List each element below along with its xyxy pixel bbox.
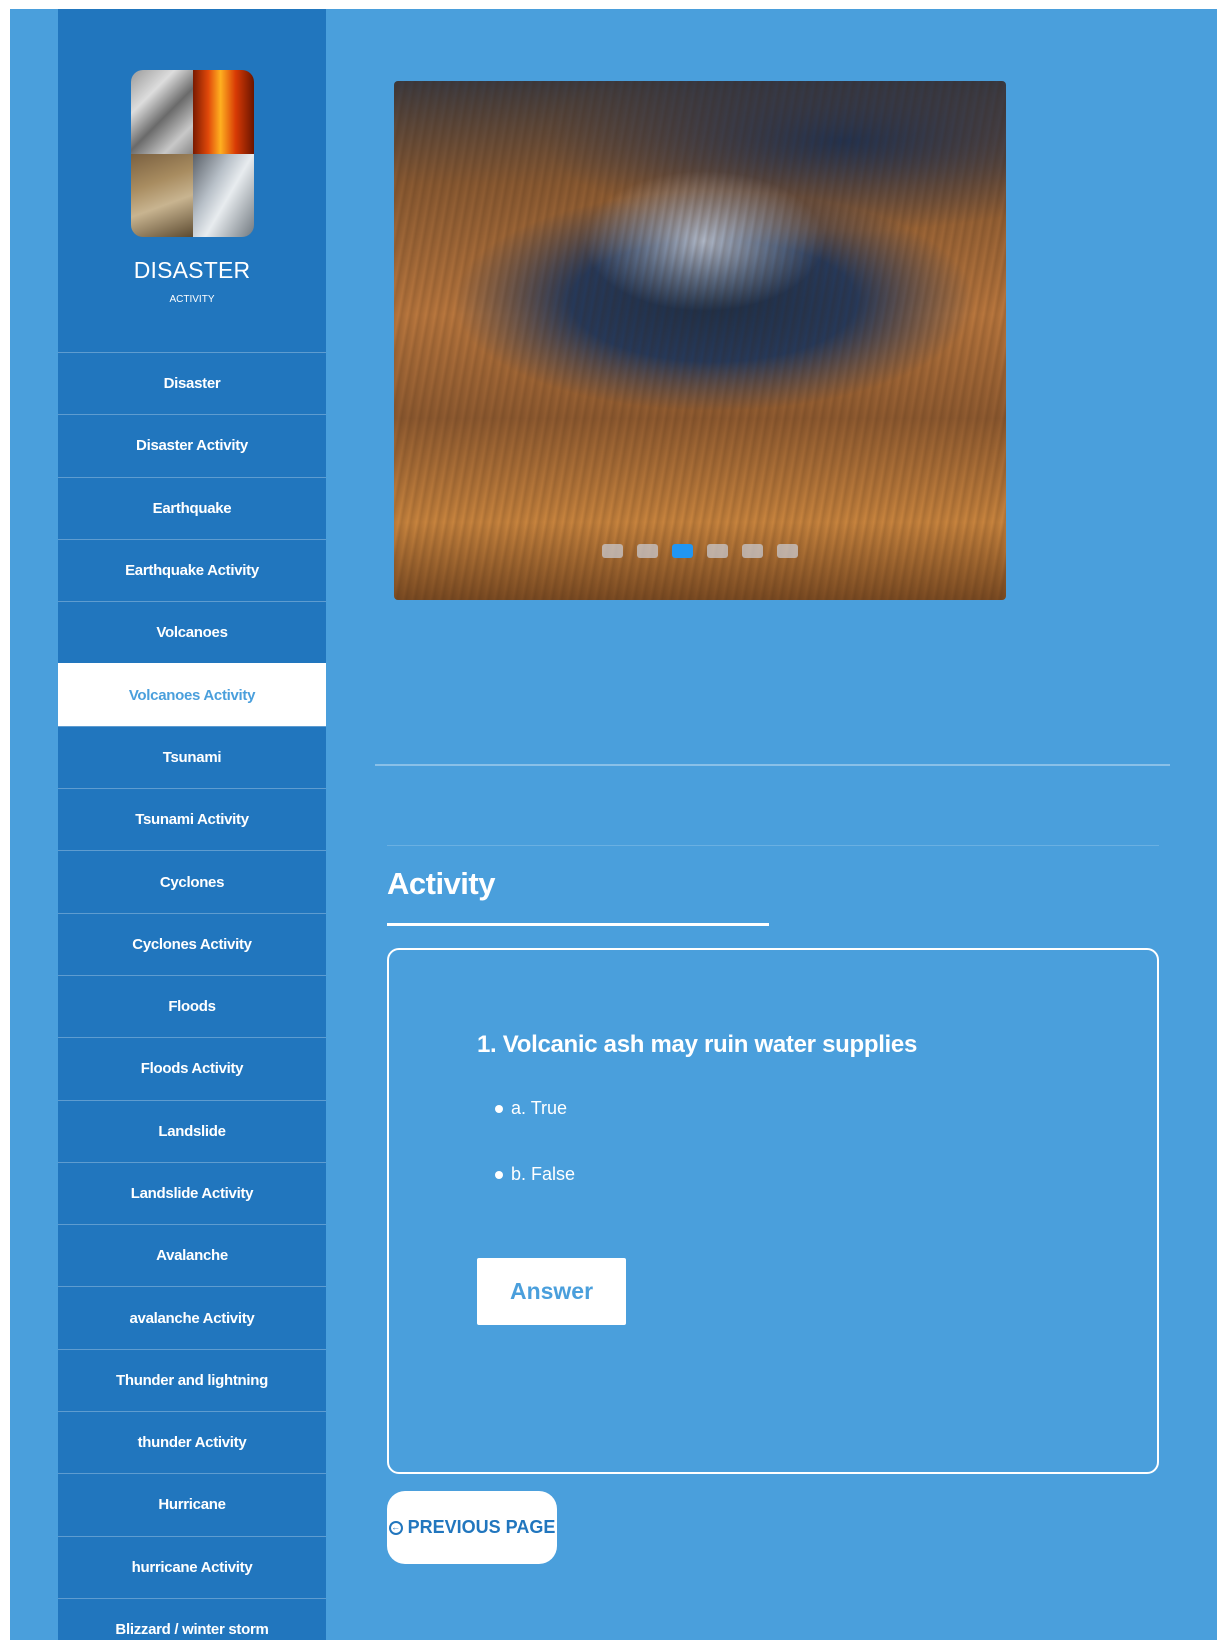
sidebar-item-disaster-activity[interactable]: Disaster Activity	[58, 414, 326, 476]
option-true[interactable]: a. True	[495, 1098, 567, 1119]
quiz-card: 1. Volcanic ash may ruin water supplies …	[387, 948, 1159, 1474]
logo-tile-fire	[192, 70, 254, 154]
logo-tile-earthquake	[131, 70, 193, 154]
sidebar-item-disaster[interactable]: Disaster	[58, 352, 326, 414]
sidebar: DISASTER ACTIVITY Disaster Disaster Activ…	[58, 9, 326, 1640]
circle-arrow-left-icon: ←	[388, 1520, 403, 1535]
sidebar-item-avalanche[interactable]: Avalanche	[58, 1224, 326, 1286]
disaster-logo-collage	[131, 70, 254, 237]
sidebar-item-volcanoes[interactable]: Volcanoes	[58, 601, 326, 663]
section-divider-thin	[387, 845, 1159, 846]
sidebar-item-cyclones-activity[interactable]: Cyclones Activity	[58, 912, 326, 975]
sidebar-item-earthquake[interactable]: Earthquake	[58, 476, 326, 539]
sidebar-item-tsunami-activity[interactable]: Tsunami Activity	[58, 788, 326, 850]
sidebar-item-landslide[interactable]: Landslide	[58, 1099, 326, 1162]
option-false[interactable]: b. False	[495, 1164, 575, 1185]
activity-heading: Activity	[387, 866, 495, 901]
sidebar-item-hurricane[interactable]: Hurricane	[58, 1473, 326, 1535]
sidebar-item-volcanoes-activity[interactable]: Volcanoes Activity	[58, 663, 326, 726]
brand: DISASTER ACTIVITY	[58, 9, 326, 353]
top-cut-off-strip	[0, 0, 1217, 9]
radio-bullet-icon[interactable]	[495, 1170, 503, 1179]
option-label: b. False	[511, 1164, 576, 1184]
option-label: a. True	[511, 1098, 568, 1118]
question-text: 1. Volcanic ash may ruin water supplies	[477, 1031, 918, 1058]
volcano-crater-photo	[394, 81, 1006, 600]
image-slider[interactable]	[394, 81, 1006, 600]
previous-page-label: PREVIOUS PAGE	[407, 1517, 556, 1537]
logo-tile-flood	[131, 153, 193, 237]
radio-bullet-icon[interactable]	[495, 1104, 503, 1113]
sidebar-item-blizzard-winter-storm[interactable]: Blizzard / winter storm	[58, 1597, 326, 1640]
slider-dot[interactable]	[602, 544, 623, 558]
brand-subtitle: ACTIVITY	[169, 294, 215, 305]
previous-page-button[interactable]: ← PREVIOUS PAGE	[387, 1491, 557, 1564]
sidebar-item-tsunami[interactable]: Tsunami	[58, 725, 326, 788]
sidebar-item-landslide-activity[interactable]: Landslide Activity	[58, 1161, 326, 1224]
sidebar-item-hurricane-activity[interactable]: hurricane Activity	[58, 1535, 326, 1598]
slider-dot[interactable]	[742, 544, 763, 558]
sidebar-item-thunder-activity[interactable]: thunder Activity	[58, 1411, 326, 1473]
slider-dot[interactable]	[707, 544, 728, 558]
slider-pagination	[602, 544, 798, 558]
logo-tile-storm	[192, 153, 254, 237]
brand-title: DISASTER	[133, 257, 251, 283]
slider-dot[interactable]	[637, 544, 658, 558]
answer-button[interactable]: Answer	[477, 1258, 626, 1325]
sidebar-item-avalanche-activity[interactable]: avalanche Activity	[58, 1286, 326, 1348]
slider-dot[interactable]	[672, 544, 693, 558]
left-page-edge	[0, 9, 10, 1640]
sidebar-item-floods[interactable]: Floods	[58, 974, 326, 1037]
sidebar-item-floods-activity[interactable]: Floods Activity	[58, 1037, 326, 1099]
slider-dot[interactable]	[777, 544, 798, 558]
heading-underline	[387, 923, 769, 926]
sidebar-item-cyclones[interactable]: Cyclones	[58, 850, 326, 912]
section-divider	[375, 764, 1170, 766]
sidebar-nav: Disaster Disaster Activity Earthquake Earth…	[58, 352, 326, 1640]
sidebar-item-earthquake-activity[interactable]: Earthquake Activity	[58, 538, 326, 601]
sidebar-item-thunder-and-lightning[interactable]: Thunder and lightning	[58, 1348, 326, 1411]
